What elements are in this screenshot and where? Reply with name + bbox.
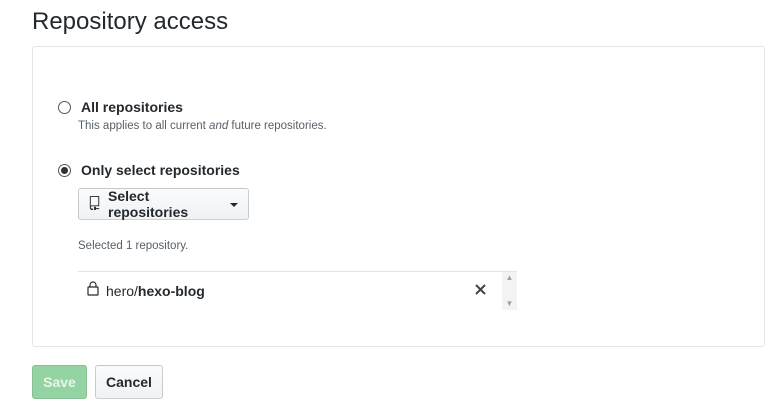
all-repositories-description-emphasis: and <box>209 120 229 132</box>
chevron-down-icon <box>230 203 238 207</box>
scroll-down-arrow[interactable]: ▼ <box>506 298 514 310</box>
save-button[interactable]: Save <box>32 365 87 399</box>
close-icon <box>474 282 486 300</box>
repo-full-name: hero/hexo-blog <box>106 283 205 299</box>
repo-name: hexo-blog <box>137 283 205 299</box>
select-repositories-button-label: Select repositories <box>108 188 189 220</box>
list-item: hero/hexo-blog <box>78 272 502 310</box>
radio-option-all-repositories[interactable]: All repositories <box>58 99 183 115</box>
repo-icon <box>89 195 101 213</box>
scroll-up-arrow[interactable]: ▲ <box>506 272 514 284</box>
page-title: Repository access <box>32 8 229 35</box>
selected-repositories-list: hero/hexo-blog ▲ ▼ <box>78 271 517 310</box>
selection-summary: Selected 1 repository. <box>78 240 189 252</box>
repository-access-panel: All repositories This applies to all cur… <box>32 46 765 347</box>
select-repositories-radio[interactable] <box>58 163 71 177</box>
select-repositories-label[interactable]: Only select repositories <box>81 162 240 178</box>
radio-option-select-repositories[interactable]: Only select repositories <box>58 162 240 178</box>
all-repositories-radio[interactable] <box>58 100 71 114</box>
all-repositories-label[interactable]: All repositories <box>81 99 183 115</box>
all-repositories-description-prefix: This applies to all current <box>78 120 210 132</box>
lock-icon <box>87 281 99 301</box>
cancel-button[interactable]: Cancel <box>95 365 163 399</box>
all-repositories-description: This applies to all current and future r… <box>78 120 327 132</box>
all-repositories-description-suffix: future repositories. <box>228 120 327 132</box>
repo-list-scrollbar[interactable]: ▲ ▼ <box>502 272 517 310</box>
select-repositories-button[interactable]: Select repositories <box>78 188 249 220</box>
repo-owner: hero/ <box>106 283 138 299</box>
remove-repo-button[interactable] <box>471 282 489 300</box>
